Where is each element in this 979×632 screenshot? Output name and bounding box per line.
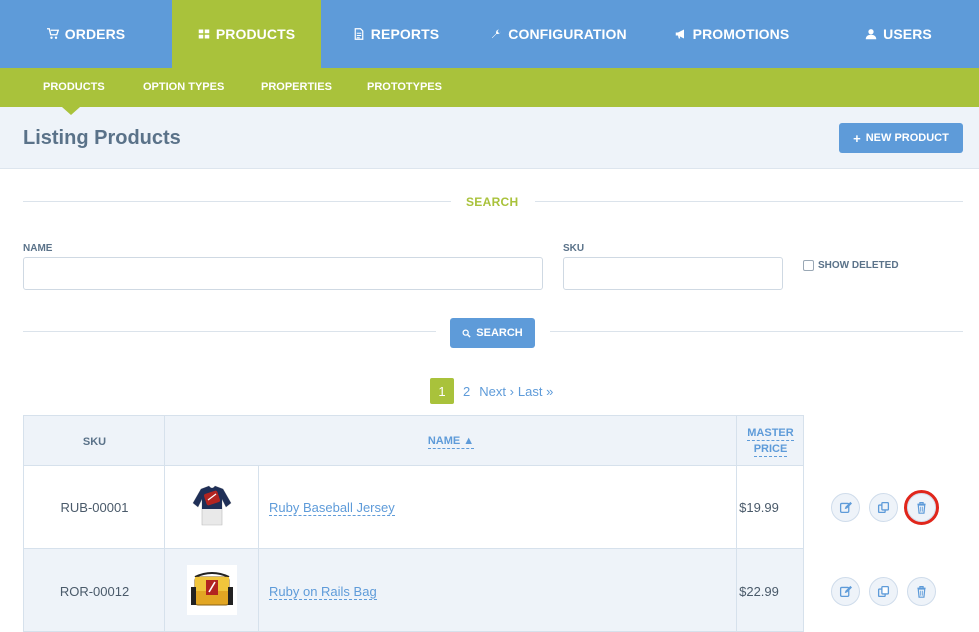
nav-orders[interactable]: ORDERS	[0, 0, 172, 68]
nav-products-label: PRODUCTS	[215, 26, 296, 42]
row-price: $19.99	[739, 500, 779, 515]
row-price: $22.99	[739, 584, 779, 599]
new-product-button[interactable]: + NEW PRODUCT	[839, 123, 963, 153]
nav-promotions-label: PROMOTIONS	[692, 26, 790, 42]
table-header: SKU NAME ▲ MASTER PRICE	[23, 415, 804, 466]
name-label: NAME	[23, 243, 53, 254]
edit-icon	[839, 585, 852, 598]
th-master-price[interactable]: MASTER PRICE	[737, 416, 804, 467]
row-sku: ROR-00012	[59, 584, 130, 599]
edit-icon	[839, 501, 852, 514]
th-price-line2[interactable]: PRICE	[753, 442, 788, 457]
th-sku-label: SKU	[82, 435, 107, 448]
nav-users-label: USERS	[883, 26, 932, 42]
subnav-option-types[interactable]: OPTION TYPES	[143, 68, 224, 107]
divider-right	[535, 201, 963, 202]
th-divider-1	[164, 416, 165, 466]
nav-reports-label: REPORTS	[370, 26, 440, 42]
delete-highlight-ring	[904, 490, 939, 525]
subnav-prototypes[interactable]: PROTOTYPES	[367, 68, 442, 107]
search-button-label: SEARCH	[476, 327, 523, 339]
page-header: Listing Products + NEW PRODUCT	[0, 107, 979, 169]
file-icon	[353, 28, 365, 40]
page-title: Listing Products	[23, 127, 181, 149]
nav-configuration[interactable]: CONFIGURATION	[471, 0, 646, 68]
table-row: RUB-00001 Ruby Baseball Jersey $19.99	[23, 466, 804, 549]
cart-icon	[46, 28, 59, 40]
edit-button[interactable]	[831, 577, 860, 606]
grid-icon	[198, 28, 210, 40]
name-input[interactable]	[23, 257, 543, 290]
th-price-line1[interactable]: MASTER	[747, 426, 794, 441]
new-product-label: NEW PRODUCT	[865, 132, 949, 144]
clone-button[interactable]	[869, 577, 898, 606]
next-page-link[interactable]: Next ›	[479, 384, 514, 399]
row-divider	[258, 549, 259, 632]
show-deleted-toggle[interactable]: SHOW DELETED	[803, 260, 899, 271]
sku-input[interactable]	[563, 257, 783, 290]
product-name-link[interactable]: Ruby Baseball Jersey	[269, 500, 395, 516]
row-divider	[258, 466, 259, 548]
divider-left	[23, 201, 451, 202]
th-divider-2	[736, 416, 737, 466]
main-navigation: ORDERS PRODUCTS REPORTS CONFIGURATION PR…	[0, 0, 979, 68]
plus-icon: +	[853, 130, 861, 146]
search-title: SEARCH	[466, 195, 519, 209]
th-name[interactable]: NAME ▲	[165, 416, 737, 467]
nav-users[interactable]: USERS	[818, 0, 979, 68]
th-sku: SKU	[24, 416, 165, 467]
row-sku: RUB-00001	[60, 500, 129, 515]
row-divider	[164, 466, 165, 548]
clone-button[interactable]	[869, 493, 898, 522]
show-deleted-checkbox[interactable]	[803, 260, 814, 271]
active-subnav-caret	[62, 107, 80, 115]
page-current[interactable]: 1	[430, 378, 454, 404]
bag-thumbnail-icon	[187, 565, 237, 615]
subnav-products[interactable]: PRODUCTS	[43, 68, 105, 107]
nav-products[interactable]: PRODUCTS	[172, 0, 321, 68]
wrench-icon	[490, 28, 502, 40]
divider-bottom-right	[550, 331, 963, 332]
th-name-label[interactable]: NAME ▲	[427, 434, 475, 449]
pagination: 1 2 Next › Last »	[430, 378, 562, 404]
sub-navigation: PRODUCTS OPTION TYPES PROPERTIES PROTOTY…	[0, 68, 979, 107]
jersey-thumbnail-icon	[192, 485, 232, 526]
search-button[interactable]: SEARCH	[450, 318, 535, 348]
sku-label: SKU	[563, 243, 585, 254]
nav-promotions[interactable]: PROMOTIONS	[646, 0, 818, 68]
divider-bottom-left	[23, 331, 436, 332]
edit-button[interactable]	[831, 493, 860, 522]
last-page-link[interactable]: Last »	[518, 384, 553, 399]
row-divider	[164, 549, 165, 632]
megaphone-icon	[675, 28, 687, 40]
user-icon	[865, 28, 877, 40]
table-row: ROR-00012 Ruby on Rails Bag $22.99	[23, 549, 804, 632]
trash-icon	[917, 586, 926, 598]
search-icon	[462, 329, 471, 338]
nav-reports[interactable]: REPORTS	[321, 0, 471, 68]
clone-icon	[877, 585, 890, 598]
delete-button[interactable]	[907, 577, 936, 606]
product-name-link[interactable]: Ruby on Rails Bag	[269, 584, 377, 600]
nav-configuration-label: CONFIGURATION	[508, 26, 627, 42]
subnav-properties[interactable]: PROPERTIES	[261, 68, 332, 107]
page-2-link[interactable]: 2	[463, 384, 470, 399]
nav-orders-label: ORDERS	[64, 26, 126, 42]
clone-icon	[877, 501, 890, 514]
show-deleted-label: SHOW DELETED	[818, 260, 899, 271]
